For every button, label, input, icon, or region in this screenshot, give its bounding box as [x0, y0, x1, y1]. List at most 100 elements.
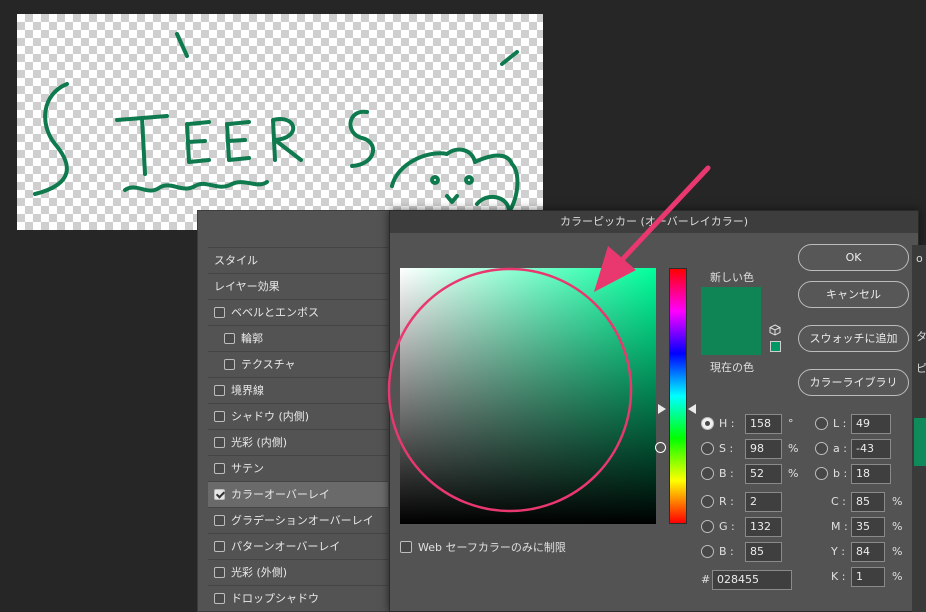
lab-a-input[interactable]: -43 [851, 439, 891, 459]
hue-slider[interactable] [669, 268, 687, 524]
document-canvas[interactable] [17, 14, 543, 230]
brightness-label: B : [719, 467, 734, 480]
blue-row: B : 85 [701, 542, 811, 562]
style-item-label: ベベルとエンボス [231, 306, 319, 319]
blue-input[interactable]: 85 [745, 542, 782, 562]
lab-b-radio[interactable] [815, 467, 828, 480]
cyan-unit: % [892, 495, 903, 508]
websafe-color-swatch[interactable] [770, 341, 781, 352]
color-cursor[interactable] [655, 442, 666, 453]
lab-l-input[interactable]: 49 [851, 414, 891, 434]
style-checkbox[interactable] [214, 411, 225, 422]
hue-radio[interactable] [701, 417, 714, 430]
style-item-label: サテン [231, 462, 264, 475]
style-item-label: シャドウ (内側) [231, 410, 310, 423]
style-item-label: グラデーションオーバーレイ [231, 514, 374, 527]
saturation-brightness-field[interactable] [400, 268, 666, 524]
style-item-label: 光彩 (内側) [231, 436, 288, 449]
websafe-only-checkbox[interactable] [400, 541, 412, 553]
saturation-label: S : [719, 442, 734, 455]
style-item-label: 境界線 [231, 384, 264, 397]
style-item-label: 光彩 (外側) [231, 566, 288, 579]
style-item[interactable]: テクスチャ [208, 351, 388, 377]
websafe-only-row[interactable]: Web セーフカラーのみに制限 [400, 539, 566, 555]
yellow-input[interactable]: 84 [851, 542, 885, 562]
hex-input[interactable]: 028455 [712, 570, 792, 590]
lab-a-label: a : [833, 442, 847, 455]
style-checkbox[interactable] [214, 515, 225, 526]
style-checkbox[interactable] [214, 489, 225, 500]
style-item[interactable]: サテン [208, 455, 388, 481]
cyan-label: C : [831, 495, 846, 508]
hue-row: H : 158 ° [701, 414, 811, 434]
style-checkbox[interactable] [214, 541, 225, 552]
red-row: R : 2 [701, 492, 811, 512]
blue-radio[interactable] [701, 545, 714, 558]
style-item[interactable]: 輪郭 [208, 325, 388, 351]
black-label: K : [831, 570, 846, 583]
hue-input[interactable]: 158 [745, 414, 782, 434]
saturation-input[interactable]: 98 [745, 439, 782, 459]
brightness-radio[interactable] [701, 467, 714, 480]
style-item-label: テクスチャ [241, 358, 296, 371]
style-item[interactable]: 境界線 [208, 377, 388, 403]
style-checkbox[interactable] [214, 385, 225, 396]
style-checkbox[interactable] [214, 567, 225, 578]
current-color-swatch[interactable] [701, 321, 761, 355]
dialog-title: カラーピッカー (オーバーレイカラー) [390, 211, 918, 233]
style-item-label: 輪郭 [241, 332, 263, 345]
lab-a-radio[interactable] [815, 442, 828, 455]
magenta-input[interactable]: 35 [851, 517, 885, 537]
new-color-swatch [701, 287, 761, 321]
style-item[interactable]: 光彩 (外側) [208, 559, 388, 585]
hue-slider-handle-right[interactable] [688, 404, 696, 414]
green-input[interactable]: 132 [745, 517, 782, 537]
style-item[interactable]: 光彩 (内側) [208, 429, 388, 455]
style-item[interactable]: スタイル [208, 247, 388, 273]
cube-icon[interactable] [769, 324, 781, 336]
red-input[interactable]: 2 [745, 492, 782, 512]
add-to-swatches-button[interactable]: スウォッチに追加 [798, 325, 909, 352]
style-item[interactable]: グラデーションオーバーレイ [208, 507, 388, 533]
style-checkbox[interactable] [214, 307, 225, 318]
hue-unit: ° [788, 417, 794, 430]
hue-slider-handle-left[interactable] [658, 404, 666, 414]
style-item[interactable]: レイヤー効果 [208, 273, 388, 299]
style-item[interactable]: パターンオーバーレイ [208, 533, 388, 559]
black-unit: % [892, 570, 903, 583]
red-radio[interactable] [701, 495, 714, 508]
brightness-input[interactable]: 52 [745, 464, 782, 484]
style-item[interactable]: ドロップシャドウ [208, 585, 388, 611]
cyan-input[interactable]: 85 [851, 492, 885, 512]
red-label: R : [719, 495, 734, 508]
style-item[interactable]: カラーオーバーレイ [208, 481, 388, 507]
style-checkbox[interactable] [224, 333, 235, 344]
style-checkbox[interactable] [214, 463, 225, 474]
magenta-label: M : [831, 520, 848, 533]
style-checkbox[interactable] [214, 437, 225, 448]
yellow-unit: % [892, 545, 903, 558]
green-radio[interactable] [701, 520, 714, 533]
style-item-label: レイヤー効果 [214, 280, 280, 293]
websafe-only-label: Web セーフカラーのみに制限 [418, 541, 566, 554]
style-checkbox[interactable] [214, 593, 225, 604]
ok-button[interactable]: OK [798, 244, 909, 271]
green-label: G : [719, 520, 735, 533]
style-item-label: カラーオーバーレイ [231, 488, 330, 501]
black-row: K : 1 % [831, 567, 911, 587]
black-input[interactable]: 1 [851, 567, 885, 587]
lab-b-input[interactable]: 18 [851, 464, 891, 484]
lab-l-row: L : 49 [815, 414, 895, 434]
color-libraries-button[interactable]: カラーライブラリ [798, 369, 909, 396]
yellow-row: Y : 84 % [831, 542, 911, 562]
saturation-radio[interactable] [701, 442, 714, 455]
style-item[interactable]: シャドウ (内側) [208, 403, 388, 429]
handwriting-artwork [33, 32, 520, 226]
yellow-label: Y : [831, 545, 845, 558]
magenta-row: M : 35 % [831, 517, 911, 537]
style-item[interactable]: ベベルとエンボス [208, 299, 388, 325]
cancel-button[interactable]: キャンセル [798, 281, 909, 308]
style-checkbox[interactable] [224, 359, 235, 370]
new-color-label: 新しい色 [710, 271, 754, 284]
lab-l-radio[interactable] [815, 417, 828, 430]
